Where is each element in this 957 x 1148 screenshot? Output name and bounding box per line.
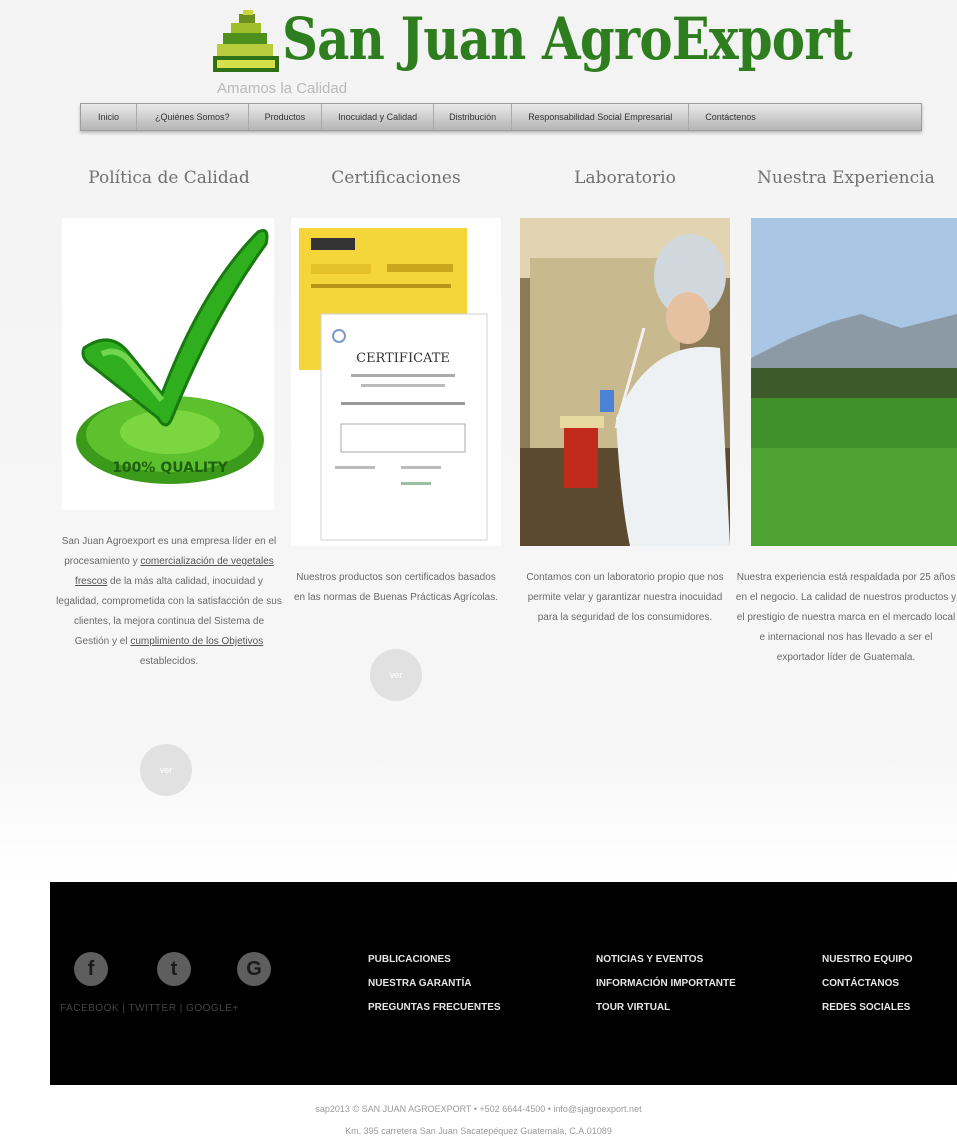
column-experiencia: Nuestra Experiencia Nuestra experiencia … xyxy=(736,168,957,663)
certificate-icon: CERTIFICATE xyxy=(299,228,488,541)
twitter-icon[interactable]: t xyxy=(157,952,191,986)
footer-link-redes[interactable]: REDES SOCIALES xyxy=(822,996,913,1020)
facebook-icon[interactable]: f xyxy=(74,952,108,986)
copyright: sap2013 © SAN JUAN AGROEXPORT • +502 664… xyxy=(0,1098,957,1142)
footer-link-garantia[interactable]: NUESTRA GARANTÍA xyxy=(368,972,501,996)
objectives-link[interactable]: cumplimiento de los Objetivos xyxy=(130,636,263,647)
footer-link-preguntas[interactable]: PREGUNTAS FRECUENTES xyxy=(368,996,501,1020)
column-politica: Política de Calidad 100% QUALITY San Jua… xyxy=(56,168,282,796)
footer-link-tour[interactable]: TOUR VIRTUAL xyxy=(596,996,736,1020)
svg-text:CERTIFICATE: CERTIFICATE xyxy=(356,351,450,366)
footer-link-contactanos[interactable]: CONTÁCTANOS xyxy=(822,972,913,996)
column-title: Laboratorio xyxy=(574,168,676,188)
site-title[interactable]: San Juan AgroExport xyxy=(282,4,853,74)
footer-links-col1: PUBLICACIONES NUESTRA GARANTÍA PREGUNTAS… xyxy=(368,948,501,1020)
site-tagline: Amamos la Calidad xyxy=(217,80,348,97)
logo-icon[interactable] xyxy=(213,10,279,72)
footer-link-equipo[interactable]: NUESTRO EQUIPO xyxy=(822,948,913,972)
column-title: Política de Calidad xyxy=(88,168,250,188)
certificates-image: CERTIFICATE xyxy=(291,218,501,546)
field-image xyxy=(751,218,957,546)
site-header: San Juan AgroExport Amamos la Calidad In… xyxy=(0,0,957,131)
copyright-address: Km. 395 carretera San Juan Sacatepéquez … xyxy=(345,1126,612,1136)
laboratory-photo xyxy=(520,218,730,546)
column-laboratorio: Laboratorio Contamos con un laboratorio … xyxy=(520,168,730,623)
column-description: Contamos con un laboratorio propio que n… xyxy=(526,572,724,623)
column-description: San Juan Agroexport es una empresa líder… xyxy=(56,536,282,667)
footer-link-publicaciones[interactable]: PUBLICACIONES xyxy=(368,948,501,972)
main-nav: Inicio ¿Quiénes Somos? Productos Inocuid… xyxy=(80,103,922,131)
nav-item-responsabilidad[interactable]: Responsabilidad Social Empresarial xyxy=(512,104,690,130)
laboratory-image xyxy=(520,218,730,546)
column-certificaciones: Certificaciones CERTIFICATE Nuestros pro… xyxy=(291,168,501,701)
google-icon[interactable]: G xyxy=(237,952,271,986)
farm-field-photo xyxy=(751,218,957,546)
nav-item-productos[interactable]: Productos xyxy=(249,104,323,130)
svg-text:100% QUALITY: 100% QUALITY xyxy=(112,460,228,476)
copyright-line1: sap2013 © SAN JUAN AGROEXPORT • +502 664… xyxy=(315,1104,642,1114)
nav-item-quienes-somos[interactable]: ¿Quiénes Somos? xyxy=(137,104,249,130)
nav-item-inocuidad[interactable]: Inocuidad y Calidad xyxy=(322,104,435,130)
quality-checkmark-image: 100% QUALITY xyxy=(62,218,274,510)
more-button[interactable]: ver xyxy=(140,744,192,796)
checkmark-icon: 100% QUALITY xyxy=(76,229,269,484)
nav-item-contactenos[interactable]: Contáctenos xyxy=(689,104,772,130)
column-description: Nuestra experiencia está respaldada por … xyxy=(735,572,957,663)
column-title: Certificaciones xyxy=(331,168,461,188)
nav-item-distribucion[interactable]: Distribución xyxy=(434,104,513,130)
nav-item-inicio[interactable]: Inicio xyxy=(81,104,138,130)
footer-link-noticias[interactable]: NOTICIAS Y EVENTOS xyxy=(596,948,736,972)
footer-links-col3: NUESTRO EQUIPO CONTÁCTANOS REDES SOCIALE… xyxy=(822,948,913,1020)
more-button[interactable]: ver xyxy=(370,649,422,701)
footer-links-col2: NOTICIAS Y EVENTOS INFORMACIÓN IMPORTANT… xyxy=(596,948,736,1020)
column-description: Nuestros productos son certificados basa… xyxy=(294,572,498,603)
column-title: Nuestra Experiencia xyxy=(757,168,935,188)
footer-link-informacion[interactable]: INFORMACIÓN IMPORTANTE xyxy=(596,972,736,996)
site-footer: f t G FACEBOOK | TWITTER | GOOGLE+ PUBLI… xyxy=(50,882,957,1085)
social-labels: FACEBOOK | TWITTER | GOOGLE+ xyxy=(60,1003,239,1014)
